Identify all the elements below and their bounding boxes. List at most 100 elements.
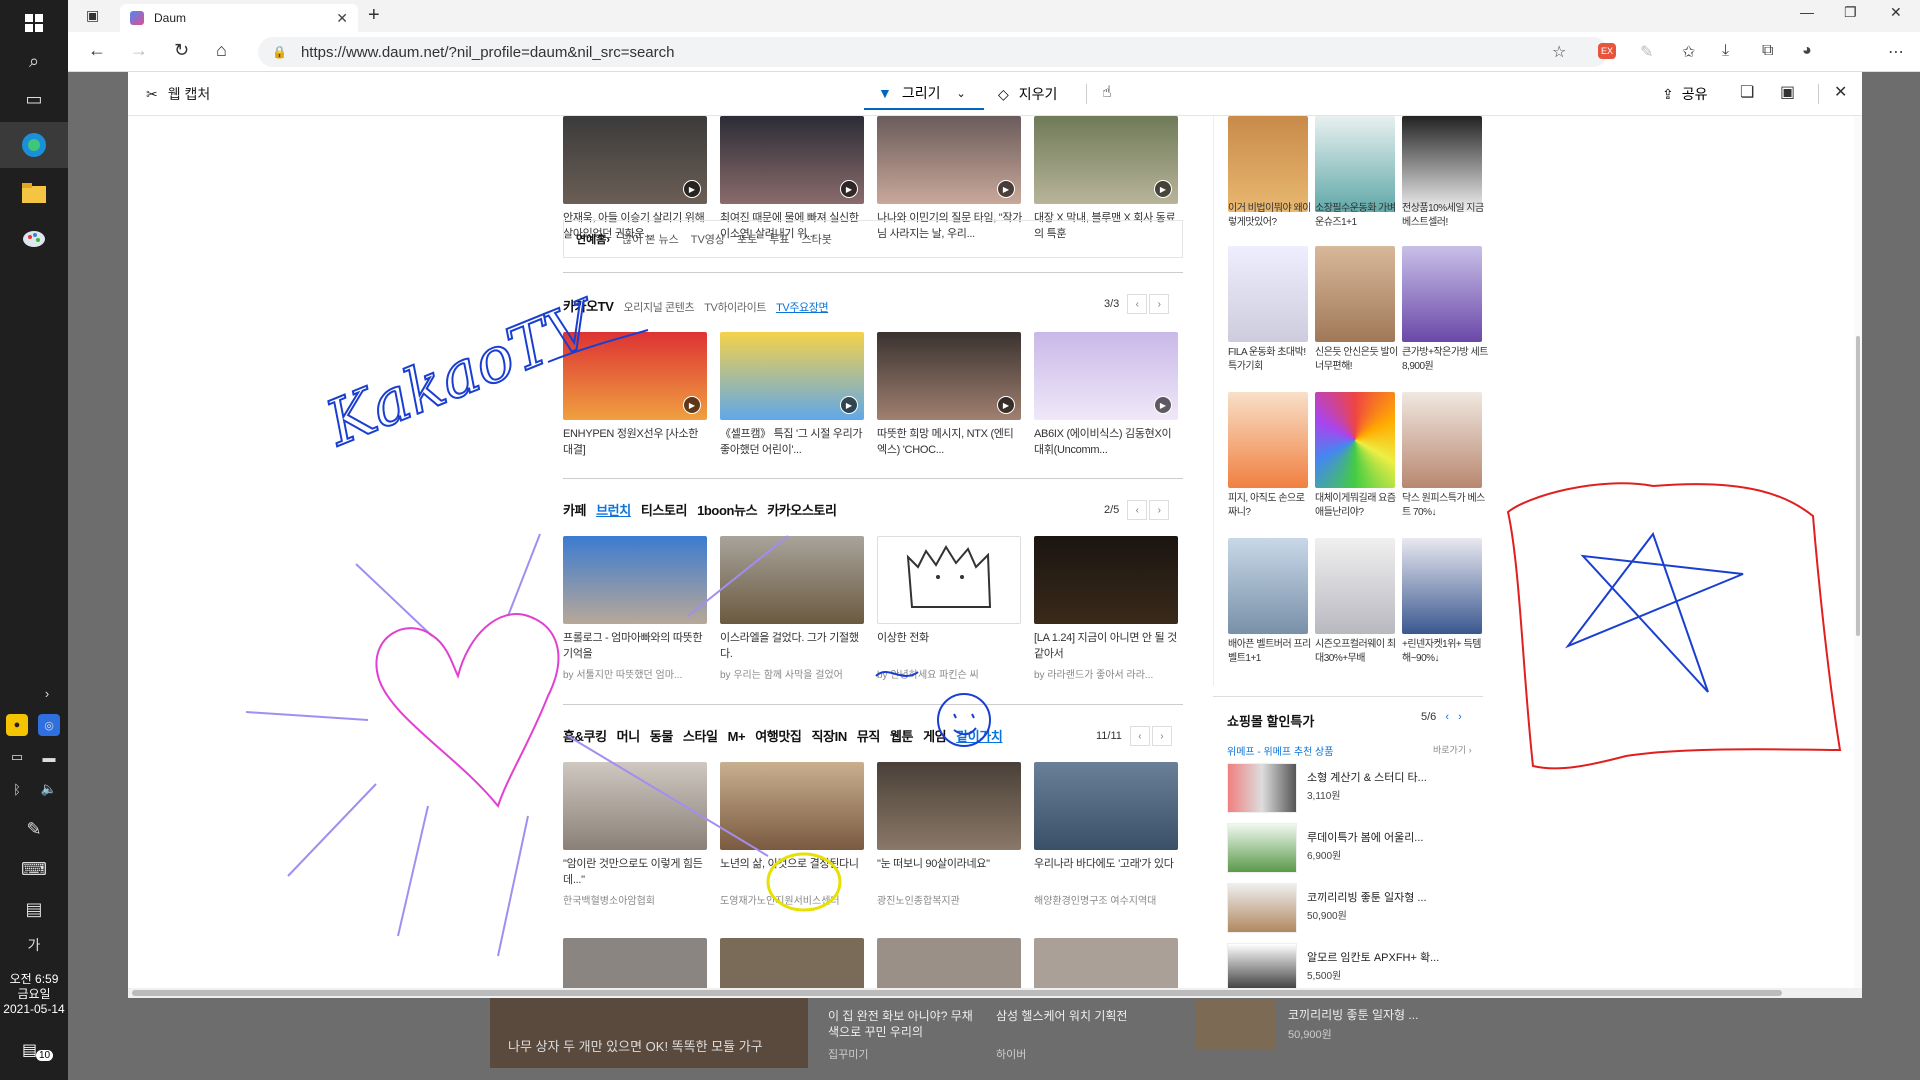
article-thumb[interactable] (1034, 536, 1178, 624)
deal-item[interactable]: 소형 계산기 & 스터디 타... 3,110원 (1227, 763, 1477, 817)
shop-thumb[interactable] (1315, 538, 1395, 634)
prev-button[interactable]: ‹ (1129, 726, 1150, 746)
network-tray[interactable]: ▭ (6, 746, 28, 768)
horizontal-scrollbar[interactable] (128, 988, 1862, 998)
video-thumb[interactable]: ▶ (720, 116, 864, 204)
article-caption[interactable]: "눈 떠보니 90살이라네요" (877, 856, 1023, 872)
article-thumb[interactable] (720, 762, 864, 850)
shop-thumb[interactable] (1402, 246, 1482, 342)
shop-caption[interactable]: 대체이게뭐길래 요즘애들난리야? (1315, 492, 1401, 520)
video-caption[interactable]: 따뜻한 희망 메시지, NTX (엔티엑스) 'CHOC... (877, 426, 1023, 458)
new-tab-button[interactable]: + (368, 4, 380, 27)
taskbar-edge[interactable] (0, 122, 68, 168)
tab-1boon[interactable]: 1boon뉴스 (697, 500, 758, 519)
deals-more-link[interactable]: 바로가기 › (1433, 743, 1472, 756)
close-capture-button[interactable]: ✕ (1834, 82, 1847, 102)
tab-brunch[interactable]: 브런치 (596, 500, 631, 519)
minimize-button[interactable]: — (1800, 4, 1814, 20)
touch-writing-button[interactable]: ☝ (1102, 82, 1112, 102)
shop-caption[interactable]: 닥스 원피스특가 베스트 70%↓ (1402, 492, 1488, 520)
save-button[interactable]: ▣ (1780, 82, 1795, 102)
shop-thumb[interactable] (1315, 392, 1395, 488)
home-button[interactable]: ⌂ (216, 40, 227, 61)
downloads-button[interactable]: ⤓ (1722, 42, 1729, 60)
kakaotalk-tray[interactable]: ● (6, 714, 28, 736)
shop-caption[interactable]: 큰가방+작은가방 세트8,900원 (1402, 346, 1488, 374)
shop-caption[interactable]: 피지, 아직도 손으로 짜니? (1228, 492, 1314, 520)
tray-app[interactable]: ◎ (38, 714, 60, 736)
article-thumb[interactable] (1034, 938, 1178, 990)
erase-button[interactable]: ◇ 지우기 (998, 84, 1057, 104)
shop-thumb[interactable] (1228, 116, 1308, 212)
deals-subtitle[interactable]: 위메프 - 위메프 추천 상품 (1227, 743, 1333, 758)
tab-cafe[interactable]: 카페 (563, 500, 587, 519)
video-caption[interactable]: AB6IX (에이비식스) 김동현X이대휘(Uncomm... (1034, 426, 1180, 458)
shop-caption[interactable]: 신은듯 안신은듯 발이 너무편해! (1315, 346, 1401, 374)
shop-caption[interactable]: 소장필수운동화 가벼운슈즈1+1 (1315, 202, 1401, 230)
back-button[interactable]: ← (88, 40, 106, 61)
ent-link-tv[interactable]: TV영상 (691, 231, 725, 247)
article-thumb[interactable] (1034, 762, 1178, 850)
taskbar-clock[interactable]: 오전 6:59 금요일 2021-05-14 (0, 972, 68, 1017)
shop-thumb[interactable] (1315, 116, 1395, 212)
deal-item[interactable]: 루데이특가 봄에 어울리... 6,900원 (1227, 823, 1477, 877)
scroll-thumb[interactable] (1856, 336, 1860, 636)
video-caption[interactable]: 《셀프캠》 특집 '그 시절 우리가 좋아했던 어린이'... (720, 426, 866, 458)
collections-button[interactable]: ⧉ (1762, 42, 1773, 60)
article-thumb[interactable] (877, 762, 1021, 850)
shop-caption[interactable]: 이거 비법이뭐야 왜이렇게맛있어? (1228, 202, 1314, 230)
shop-thumb[interactable] (1402, 538, 1482, 634)
add-favorite-button[interactable]: ☆ (1552, 42, 1566, 62)
tab-daum[interactable]: Daum ✕ (120, 4, 358, 32)
settings-more-button[interactable]: ⋯ (1888, 42, 1904, 62)
bluetooth-tray[interactable]: ᛒ (6, 778, 28, 800)
forward-button[interactable]: → (130, 40, 148, 61)
article-caption[interactable]: "암이란 것만으로도 이렇게 힘든데..." (563, 856, 709, 888)
video-thumb[interactable]: ▶ (563, 332, 707, 420)
shop-caption[interactable]: +린넨자켓1위+ 득템해~90%↓ (1402, 638, 1488, 666)
deal-item[interactable]: 알모르 임칸토 APXFH+ 확... 5,500원 (1227, 943, 1477, 990)
shop-thumb[interactable] (1402, 116, 1482, 212)
close-tab-icon[interactable]: ✕ (336, 10, 348, 27)
article-thumb[interactable] (563, 938, 707, 990)
tab-money[interactable]: 머니 (617, 726, 641, 745)
extension-button[interactable]: EX (1598, 43, 1617, 59)
shop-thumb[interactable] (1228, 392, 1308, 488)
video-thumb[interactable]: ▶ (563, 116, 707, 204)
address-input[interactable]: 🔒 https://www.daum.net/?nil_profile=daum… (258, 37, 1608, 67)
tab-animal[interactable]: 동물 (650, 726, 674, 745)
tab-highlight[interactable]: TV하이라이트 (704, 299, 766, 315)
shop-thumb[interactable] (1228, 538, 1308, 634)
tab-style[interactable]: 스타일 (683, 726, 718, 745)
shop-caption[interactable]: FILA 운동화 초대박!특가기회 (1228, 346, 1314, 374)
tab-original[interactable]: 오리지널 콘텐츠 (624, 299, 695, 315)
article-thumb[interactable] (877, 938, 1021, 990)
next-button[interactable]: › (1151, 726, 1172, 746)
shop-thumb[interactable] (1228, 246, 1308, 342)
prev-button[interactable]: ‹ (1127, 294, 1148, 314)
deal-item[interactable]: 코끼리리빙 좋툰 일자형 ... 50,900원 (1227, 883, 1477, 937)
task-view-button[interactable]: ▭ (0, 76, 68, 122)
tab-tistory[interactable]: 티스토리 (641, 500, 688, 519)
article-caption[interactable]: 이상한 전화 (877, 630, 1023, 646)
shop-thumb[interactable] (1315, 246, 1395, 342)
draw-button[interactable]: ▼ 그리기 ⌄ (864, 78, 984, 110)
profile-button[interactable]: ◕ (1802, 42, 1812, 60)
next-button[interactable]: › (1149, 294, 1170, 314)
vertical-scrollbar[interactable] (1854, 116, 1862, 988)
action-center-button[interactable]: ▤ 10 (22, 1040, 54, 1061)
video-thumb[interactable]: ▶ (877, 332, 1021, 420)
ent-link-vote[interactable]: 투표 (769, 231, 789, 247)
battery-tray[interactable]: ▬ (38, 746, 60, 768)
article-caption[interactable]: 우리나라 바다에도 '고래'가 있다 (1034, 856, 1180, 872)
pen-extension-button[interactable]: ✎ (1640, 42, 1653, 62)
tab-together[interactable]: 같이가치 (956, 726, 1003, 745)
tab-work[interactable]: 직장IN (811, 726, 847, 745)
tab-music[interactable]: 뮤직 (857, 726, 881, 745)
shop-caption[interactable]: 배아픈 벨트버러 프리벨트1+1 (1228, 638, 1314, 666)
taskbar-file-explorer[interactable] (0, 170, 68, 216)
show-hidden-icons[interactable]: › (36, 682, 58, 704)
tab-home-cooking[interactable]: 홈&쿠킹 (563, 726, 607, 745)
chevron-right-icon[interactable]: › (1458, 711, 1462, 723)
refresh-button[interactable]: ↻ (174, 40, 189, 61)
